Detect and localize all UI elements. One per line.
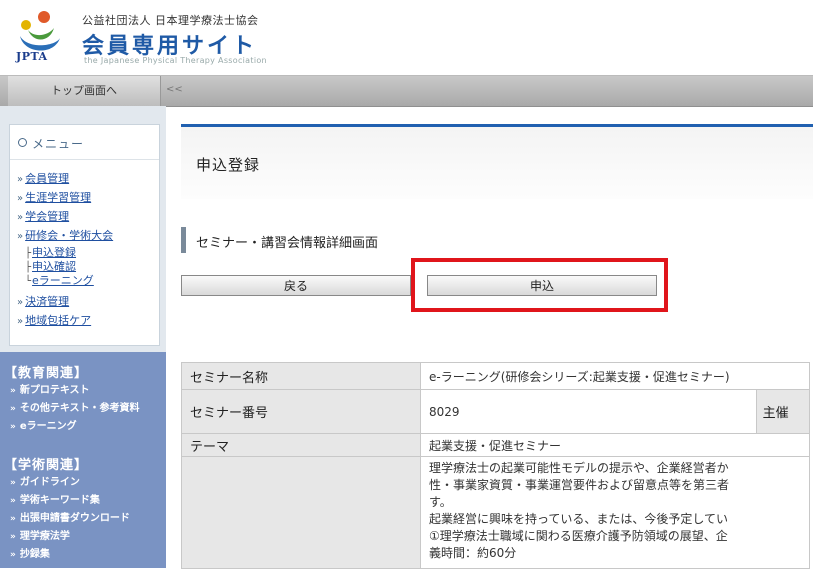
menu-item-member[interactable]: » 会員管理 xyxy=(17,169,113,188)
section-heading: セミナー・講習会情報詳細画面 xyxy=(181,227,581,253)
arrow-icon: » xyxy=(17,297,24,308)
academic-item[interactable]: » 出張申請書ダウンロード xyxy=(10,510,130,528)
menu-link[interactable]: 生涯学習管理 xyxy=(25,191,91,204)
top-page-button[interactable]: トップ画面へ xyxy=(8,76,161,106)
row-label: セミナー名称 xyxy=(181,362,421,390)
row-label: セミナー番号 xyxy=(181,389,421,434)
education-item[interactable]: » その他テキスト・参考資料 xyxy=(10,400,140,418)
menu-link[interactable]: 決済管理 xyxy=(25,295,69,308)
arrow-icon: » xyxy=(10,404,16,414)
menu-header: メニュー xyxy=(10,125,159,160)
arrow-icon: » xyxy=(10,532,16,542)
seminar-sub-list: ├申込登録 ├申込確認 └eラーニング xyxy=(17,246,113,288)
menu-item-community-care[interactable]: » 地域包括ケア xyxy=(17,311,113,330)
row-value: 8029 xyxy=(420,389,757,434)
education-section-title: 【教育関連】 xyxy=(4,366,89,381)
menu-link[interactable]: 会員管理 xyxy=(25,172,69,185)
seminar-detail-table: セミナー名称 e-ラーニング(研修会シリーズ:起業支援・促進セミナー) セミナー… xyxy=(181,362,811,569)
row-label: テーマ xyxy=(181,433,421,457)
menu-item-seminar[interactable]: » 研修会・学術大会 ├申込登録 ├申込確認 └eラーニング xyxy=(17,226,113,288)
sub-link[interactable]: eラーニング xyxy=(32,274,94,287)
menu-item-lifelong-learning[interactable]: » 生涯学習管理 xyxy=(17,188,113,207)
education-item[interactable]: » eラーニング xyxy=(10,418,140,436)
arrow-icon: » xyxy=(17,316,24,327)
academic-list: » ガイドライン » 学術キーワード集 » 出張申請書ダウンロード » 理学療法学 » 抄… xyxy=(10,474,130,564)
academic-item[interactable]: » 学術キーワード集 xyxy=(10,492,130,510)
arrow-icon: » xyxy=(10,478,16,488)
menu-title: メニュー xyxy=(32,137,85,151)
sidebar: メニュー » 会員管理 » 生涯学習管理 » 学会管理 » 研修会・学術大会 ├申込登録… xyxy=(0,106,166,568)
academic-item[interactable]: » 抄録集 xyxy=(10,546,130,564)
table-row: セミナー名称 e-ラーニング(研修会シリーズ:起業支援・促進セミナー) xyxy=(181,362,810,390)
menu-link[interactable]: 学会管理 xyxy=(25,210,69,223)
site-header: JPTA 公益社団法人 日本理学療法士協会 会員専用サイト the Japane… xyxy=(0,0,813,75)
menu-link[interactable]: 地域包括ケア xyxy=(25,314,91,327)
collapse-sidebar-button[interactable]: << xyxy=(166,84,183,95)
menu-list: » 会員管理 » 生涯学習管理 » 学会管理 » 研修会・学術大会 ├申込登録 ├申込確… xyxy=(17,169,113,330)
menu-panel: メニュー » 会員管理 » 生涯学習管理 » 学会管理 » 研修会・学術大会 ├申込登録… xyxy=(9,124,160,346)
sub-item-apply-confirm[interactable]: ├申込確認 xyxy=(25,260,113,274)
menu-item-congress[interactable]: » 学会管理 xyxy=(17,207,113,226)
link-panel: 【教育関連】 » 新プロテキスト » その他テキスト・参考資料 » eラーニング 【学… xyxy=(0,352,166,568)
theme-description: 理学療法士の起業可能性モデルの提示や、企業経営者か 性・事業家資質・事業運営要件… xyxy=(420,456,810,569)
menu-item-payment[interactable]: » 決済管理 xyxy=(17,292,113,311)
arrow-icon: » xyxy=(10,386,16,396)
section-title: セミナー・講習会情報詳細画面 xyxy=(196,236,379,251)
back-button[interactable]: 戻る xyxy=(181,275,411,296)
page-title-box: 申込登録 xyxy=(181,127,813,199)
arrow-icon: » xyxy=(10,422,16,432)
page-title: 申込登録 xyxy=(196,156,261,174)
apply-button[interactable]: 申込 xyxy=(427,275,657,296)
education-item[interactable]: » 新プロテキスト xyxy=(10,382,140,400)
table-row: 理学療法士の起業可能性モデルの提示や、企業経営者か 性・事業家資質・事業運営要件… xyxy=(181,456,810,569)
arrow-icon: » xyxy=(10,550,16,560)
academic-item[interactable]: » 理学療法学 xyxy=(10,528,130,546)
row-extra-label: 主催 xyxy=(755,389,811,434)
row-label xyxy=(181,456,421,569)
arrow-icon: » xyxy=(10,496,16,506)
arrow-icon: » xyxy=(17,231,24,242)
heading-bar xyxy=(181,227,186,253)
sub-link[interactable]: 申込登録 xyxy=(32,246,76,259)
arrow-icon: » xyxy=(17,212,24,223)
table-row: セミナー番号 8029 主催 xyxy=(181,389,811,434)
sub-item-apply-register[interactable]: ├申込登録 xyxy=(25,246,113,260)
logo-text: JPTA xyxy=(16,50,48,63)
education-list: » 新プロテキスト » その他テキスト・参考資料 » eラーニング xyxy=(10,382,140,436)
sub-link[interactable]: 申込確認 xyxy=(32,260,76,273)
row-value: 起業支援・促進セミナー xyxy=(420,433,810,457)
academic-item[interactable]: » ガイドライン xyxy=(10,474,130,492)
org-name: 公益社団法人 日本理学療法士協会 xyxy=(82,14,259,27)
academic-section-title: 【学術関連】 xyxy=(4,458,89,473)
main-content: 申込登録 セミナー・講習会情報詳細画面 戻る 申込 セミナー名称 e-ラーニング… xyxy=(181,124,813,569)
top-nav-bar: トップ画面へ << xyxy=(0,75,813,107)
arrow-icon: » xyxy=(17,193,24,204)
sub-item-elearning[interactable]: └eラーニング xyxy=(25,274,113,288)
circle-icon xyxy=(18,138,27,147)
menu-link[interactable]: 研修会・学術大会 xyxy=(25,229,113,242)
row-value: e-ラーニング(研修会シリーズ:起業支援・促進セミナー) xyxy=(420,362,810,390)
site-subtitle: the Japanese Physical Therapy Associatio… xyxy=(84,56,267,65)
arrow-icon: » xyxy=(17,174,24,185)
table-row: テーマ 起業支援・促進セミナー xyxy=(181,433,810,457)
arrow-icon: » xyxy=(10,514,16,524)
